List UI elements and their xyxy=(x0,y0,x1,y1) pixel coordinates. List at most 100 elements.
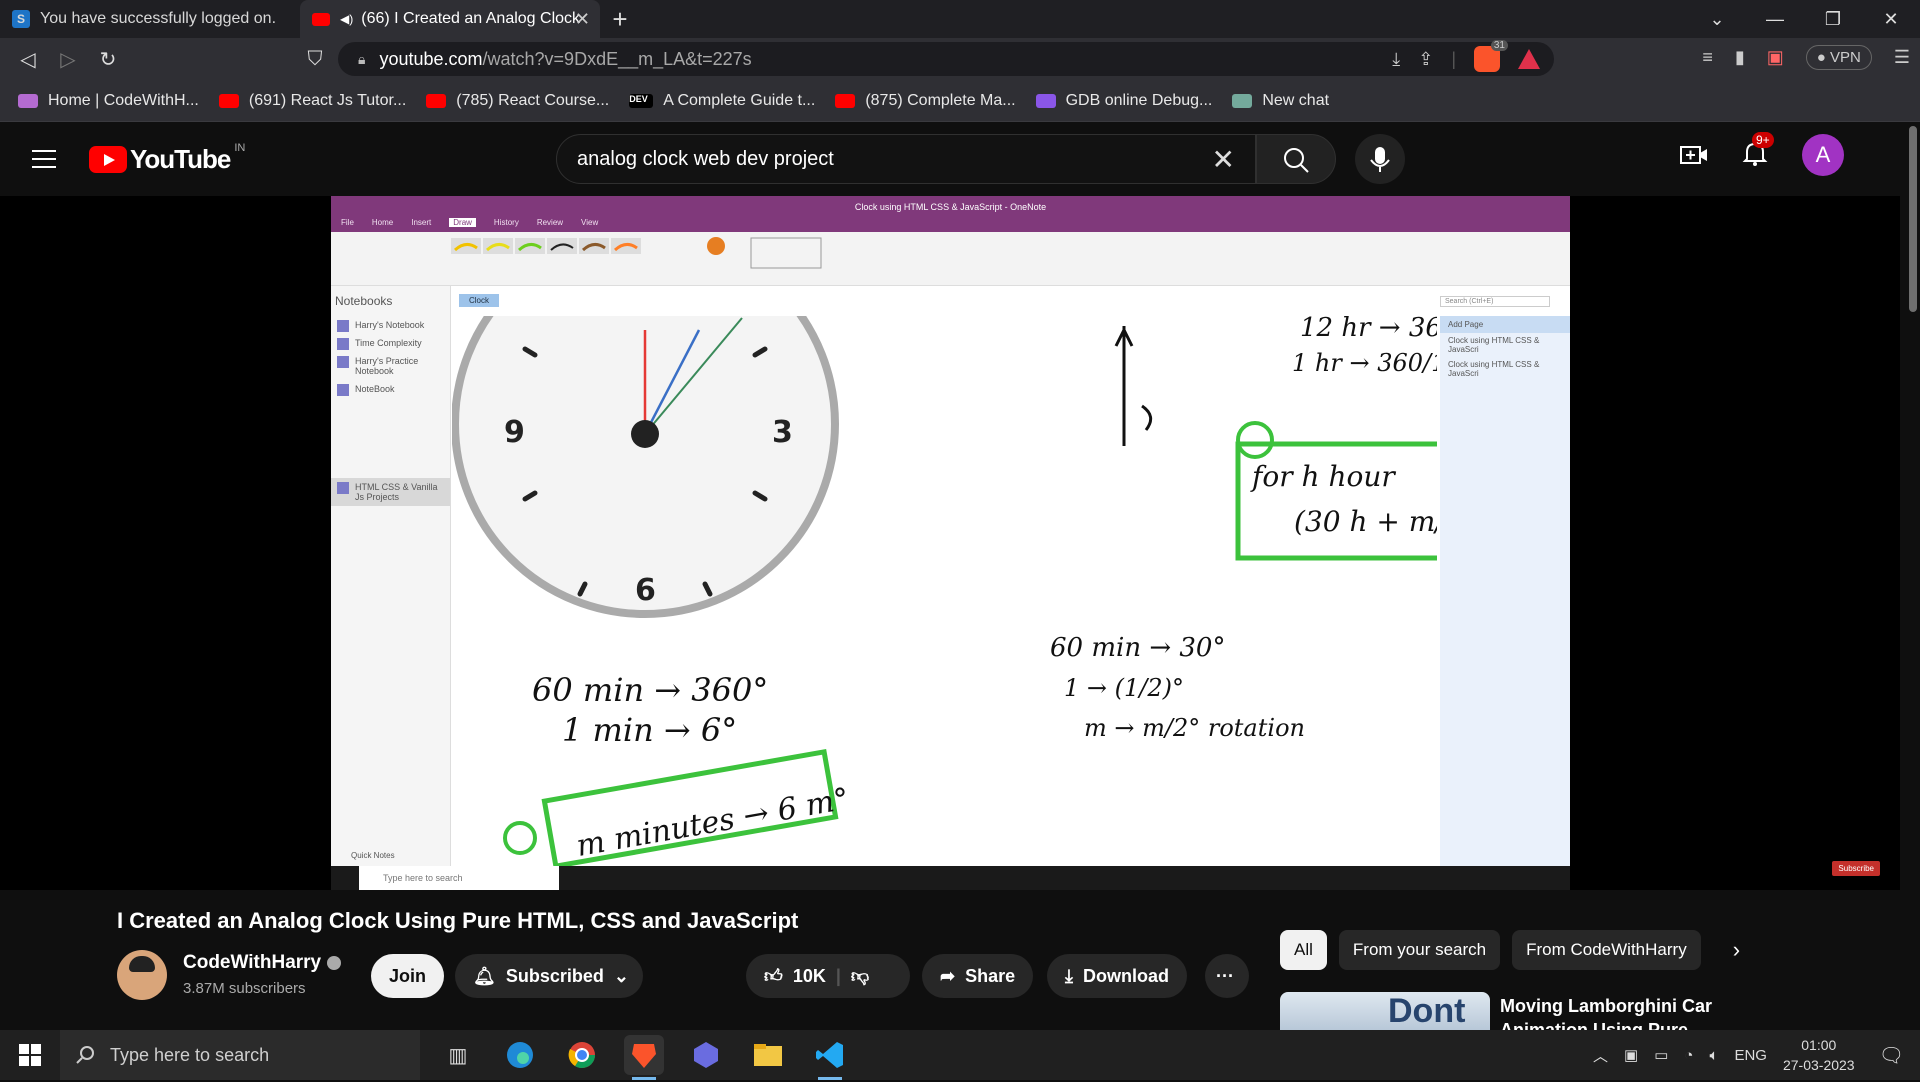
url-path: /watch?v=9DxdE__m_LA&t=227s xyxy=(482,48,752,69)
recommendation-thumbnail[interactable]: Dont xyxy=(1280,992,1490,1030)
sidebar-icon[interactable]: ▮ xyxy=(1735,47,1745,68)
join-button[interactable]: Join xyxy=(371,954,445,998)
battery-icon[interactable]: ▭ xyxy=(1654,1046,1668,1064)
close-window-button[interactable]: ✕ xyxy=(1862,0,1920,38)
onenote-ribbon-tabs: File Home Insert Draw History Review View xyxy=(341,218,598,227)
notifications-button[interactable]: 9+ xyxy=(1742,131,1774,171)
onenote-ribbon xyxy=(331,232,1570,286)
notification-badge: 9+ xyxy=(1752,131,1774,148)
youtube-header: YouTube IN analog clock web dev project … xyxy=(0,122,1900,196)
reload-button[interactable]: ↻ xyxy=(88,47,128,72)
clock-date: 27-03-2023 xyxy=(1782,1057,1855,1073)
wallet-icon[interactable]: ▣ xyxy=(1767,47,1784,68)
onenote-ribbon-tab: History xyxy=(493,218,519,227)
like-button[interactable]: 👍︎ 10K | 👎︎ xyxy=(746,954,910,998)
show-hidden-icons-icon[interactable]: ︿ xyxy=(1593,1045,1608,1066)
vscode-icon[interactable] xyxy=(810,1035,850,1080)
bookmark-label: (785) React Course... xyxy=(456,91,610,109)
volume-icon[interactable]: 🔈︎ xyxy=(1709,1047,1718,1064)
bookmark-item[interactable]: (785) React Course... xyxy=(426,92,609,110)
search-button[interactable] xyxy=(1256,134,1336,184)
windows-start-button[interactable] xyxy=(0,1030,60,1080)
bookmark-favicon-icon xyxy=(1035,93,1056,108)
bookmark-item[interactable]: (691) React Js Tutor... xyxy=(218,92,406,110)
bookmark-favicon-icon xyxy=(218,93,239,108)
install-icon[interactable]: ⤓ xyxy=(1392,49,1400,70)
notebook-item: HTML CSS & Vanilla Js Projects xyxy=(331,478,450,506)
tab-title: You have successfully logged on. xyxy=(40,10,277,27)
page-scrollbar[interactable] xyxy=(1906,126,1920,1082)
edge-icon[interactable] xyxy=(500,1035,540,1075)
notebooks-header: Notebooks xyxy=(335,294,393,308)
bookmark-item[interactable]: (875) Complete Ma... xyxy=(835,92,1016,110)
menu-icon[interactable]: ☰ xyxy=(1894,47,1910,68)
voice-search-button[interactable] xyxy=(1355,134,1405,184)
youtube-logo[interactable]: YouTube IN xyxy=(89,142,245,175)
microphone-icon xyxy=(1370,147,1390,172)
device-icon[interactable]: ▣ xyxy=(1624,1046,1638,1064)
subscribe-watermark[interactable]: Subscribe xyxy=(1832,861,1880,876)
address-toolbar: ◁ ▷ ↻ ⛉ 🔒︎ youtube.com /watch?v=9DxdE__m… xyxy=(0,38,1920,80)
subscribed-button[interactable]: 🔔︎ Subscribed ⌄ xyxy=(455,954,643,998)
filter-chip-from-search[interactable]: From your search xyxy=(1338,930,1501,970)
new-tab-button[interactable]: + xyxy=(600,4,640,35)
chevron-right-icon[interactable]: › xyxy=(1733,930,1740,970)
video-frame-taskbar-search: Type here to search xyxy=(359,866,559,890)
notification-center-icon[interactable]: 🗨︎ xyxy=(1879,1043,1904,1068)
hamburger-menu-icon[interactable] xyxy=(32,150,56,168)
account-avatar[interactable]: A xyxy=(1802,134,1844,176)
bookmark-item[interactable]: Home | CodeWithH... xyxy=(18,92,199,110)
speaker-icon[interactable]: ◀) xyxy=(340,12,353,26)
bookmark-item[interactable]: New chat xyxy=(1232,92,1329,110)
share-button[interactable]: ➦ Share xyxy=(922,954,1034,998)
notebook-item: Time Complexity xyxy=(331,334,450,352)
bookmark-icon[interactable]: ⛉ xyxy=(295,48,335,71)
bookmark-favicon-icon xyxy=(18,93,38,108)
app-hexagon-icon[interactable] xyxy=(686,1035,726,1075)
wifi-icon[interactable]: ◔ xyxy=(1684,1047,1693,1064)
minimize-button[interactable]: — xyxy=(1746,0,1804,38)
bookmark-item[interactable]: GDB online Debug... xyxy=(1035,92,1212,110)
playlist-icon[interactable]: ≡ xyxy=(1702,47,1713,68)
brave-shields-icon[interactable]: 31 xyxy=(1474,40,1508,72)
vpn-button[interactable]: ● VPN xyxy=(1805,45,1872,70)
taskbar-clock[interactable]: 01:00 27-03-2023 xyxy=(1783,1035,1855,1075)
onenote-ribbon-tab: Insert xyxy=(411,218,432,227)
tab-search-chevron-icon[interactable]: ⌄ xyxy=(1688,0,1746,38)
browser-tab-logged-on[interactable]: S You have successfully logged on. xyxy=(0,0,300,38)
channel-avatar[interactable] xyxy=(117,950,167,1000)
channel-name[interactable]: CodeWithHarry xyxy=(183,952,342,974)
bookmark-favicon-icon xyxy=(835,93,856,108)
recommendation-title[interactable]: Moving Lamborghini Car Animation Using P… xyxy=(1500,994,1720,1030)
clear-search-icon[interactable]: ✕ xyxy=(1212,143,1235,176)
video-player[interactable]: Clock using HTML CSS & JavaScript - OneN… xyxy=(0,196,1900,890)
close-tab-icon[interactable]: ✕ xyxy=(575,9,590,30)
thumbs-down-icon[interactable]: 👎︎ xyxy=(851,965,869,987)
browser-tab-youtube[interactable]: ◀) (66) I Created an Analog Clock ✕ xyxy=(300,0,600,38)
task-view-icon[interactable]: ▥ xyxy=(438,1035,478,1075)
bookmark-item[interactable]: DEV A Complete Guide t... xyxy=(629,92,815,110)
back-button[interactable]: ◁ xyxy=(8,47,48,72)
restore-button[interactable]: ❐ xyxy=(1804,0,1862,38)
scrollbar-thumb[interactable] xyxy=(1909,126,1917,312)
filter-chip-from-channel[interactable]: From CodeWithHarry xyxy=(1512,930,1701,970)
create-video-icon[interactable] xyxy=(1680,143,1708,167)
url-bar[interactable]: 🔒︎ youtube.com /watch?v=9DxdE__m_LA&t=22… xyxy=(338,40,1554,76)
brave-rewards-icon[interactable] xyxy=(1518,49,1540,69)
filter-chip-all[interactable]: All xyxy=(1280,930,1327,970)
chrome-icon[interactable] xyxy=(562,1035,602,1075)
onenote-ribbon-tab: Review xyxy=(536,218,564,227)
taskbar-search-box[interactable]: Type here to search xyxy=(60,1030,420,1080)
search-input[interactable]: analog clock web dev project ✕ xyxy=(556,134,1256,184)
page-item: Clock using HTML CSS & JavaScri xyxy=(1448,336,1540,354)
language-indicator[interactable]: ENG xyxy=(1734,1047,1767,1064)
onenote-canvas: 9 3 6 12 hr → 360° 1 hr → 360/12 = 30° 6… xyxy=(452,316,1437,870)
brave-browser-icon[interactable] xyxy=(624,1035,664,1080)
download-button[interactable]: ⤓ Download xyxy=(1047,954,1187,998)
tab-title: (66) I Created an Analog Clock xyxy=(361,10,581,27)
note-text: 60 min → 360° xyxy=(532,671,768,709)
share-page-icon[interactable]: ⇪ xyxy=(1418,49,1433,70)
file-explorer-icon[interactable] xyxy=(748,1035,788,1075)
more-actions-button[interactable]: ··· xyxy=(1205,954,1249,998)
forward-button[interactable]: ▷ xyxy=(48,47,88,72)
